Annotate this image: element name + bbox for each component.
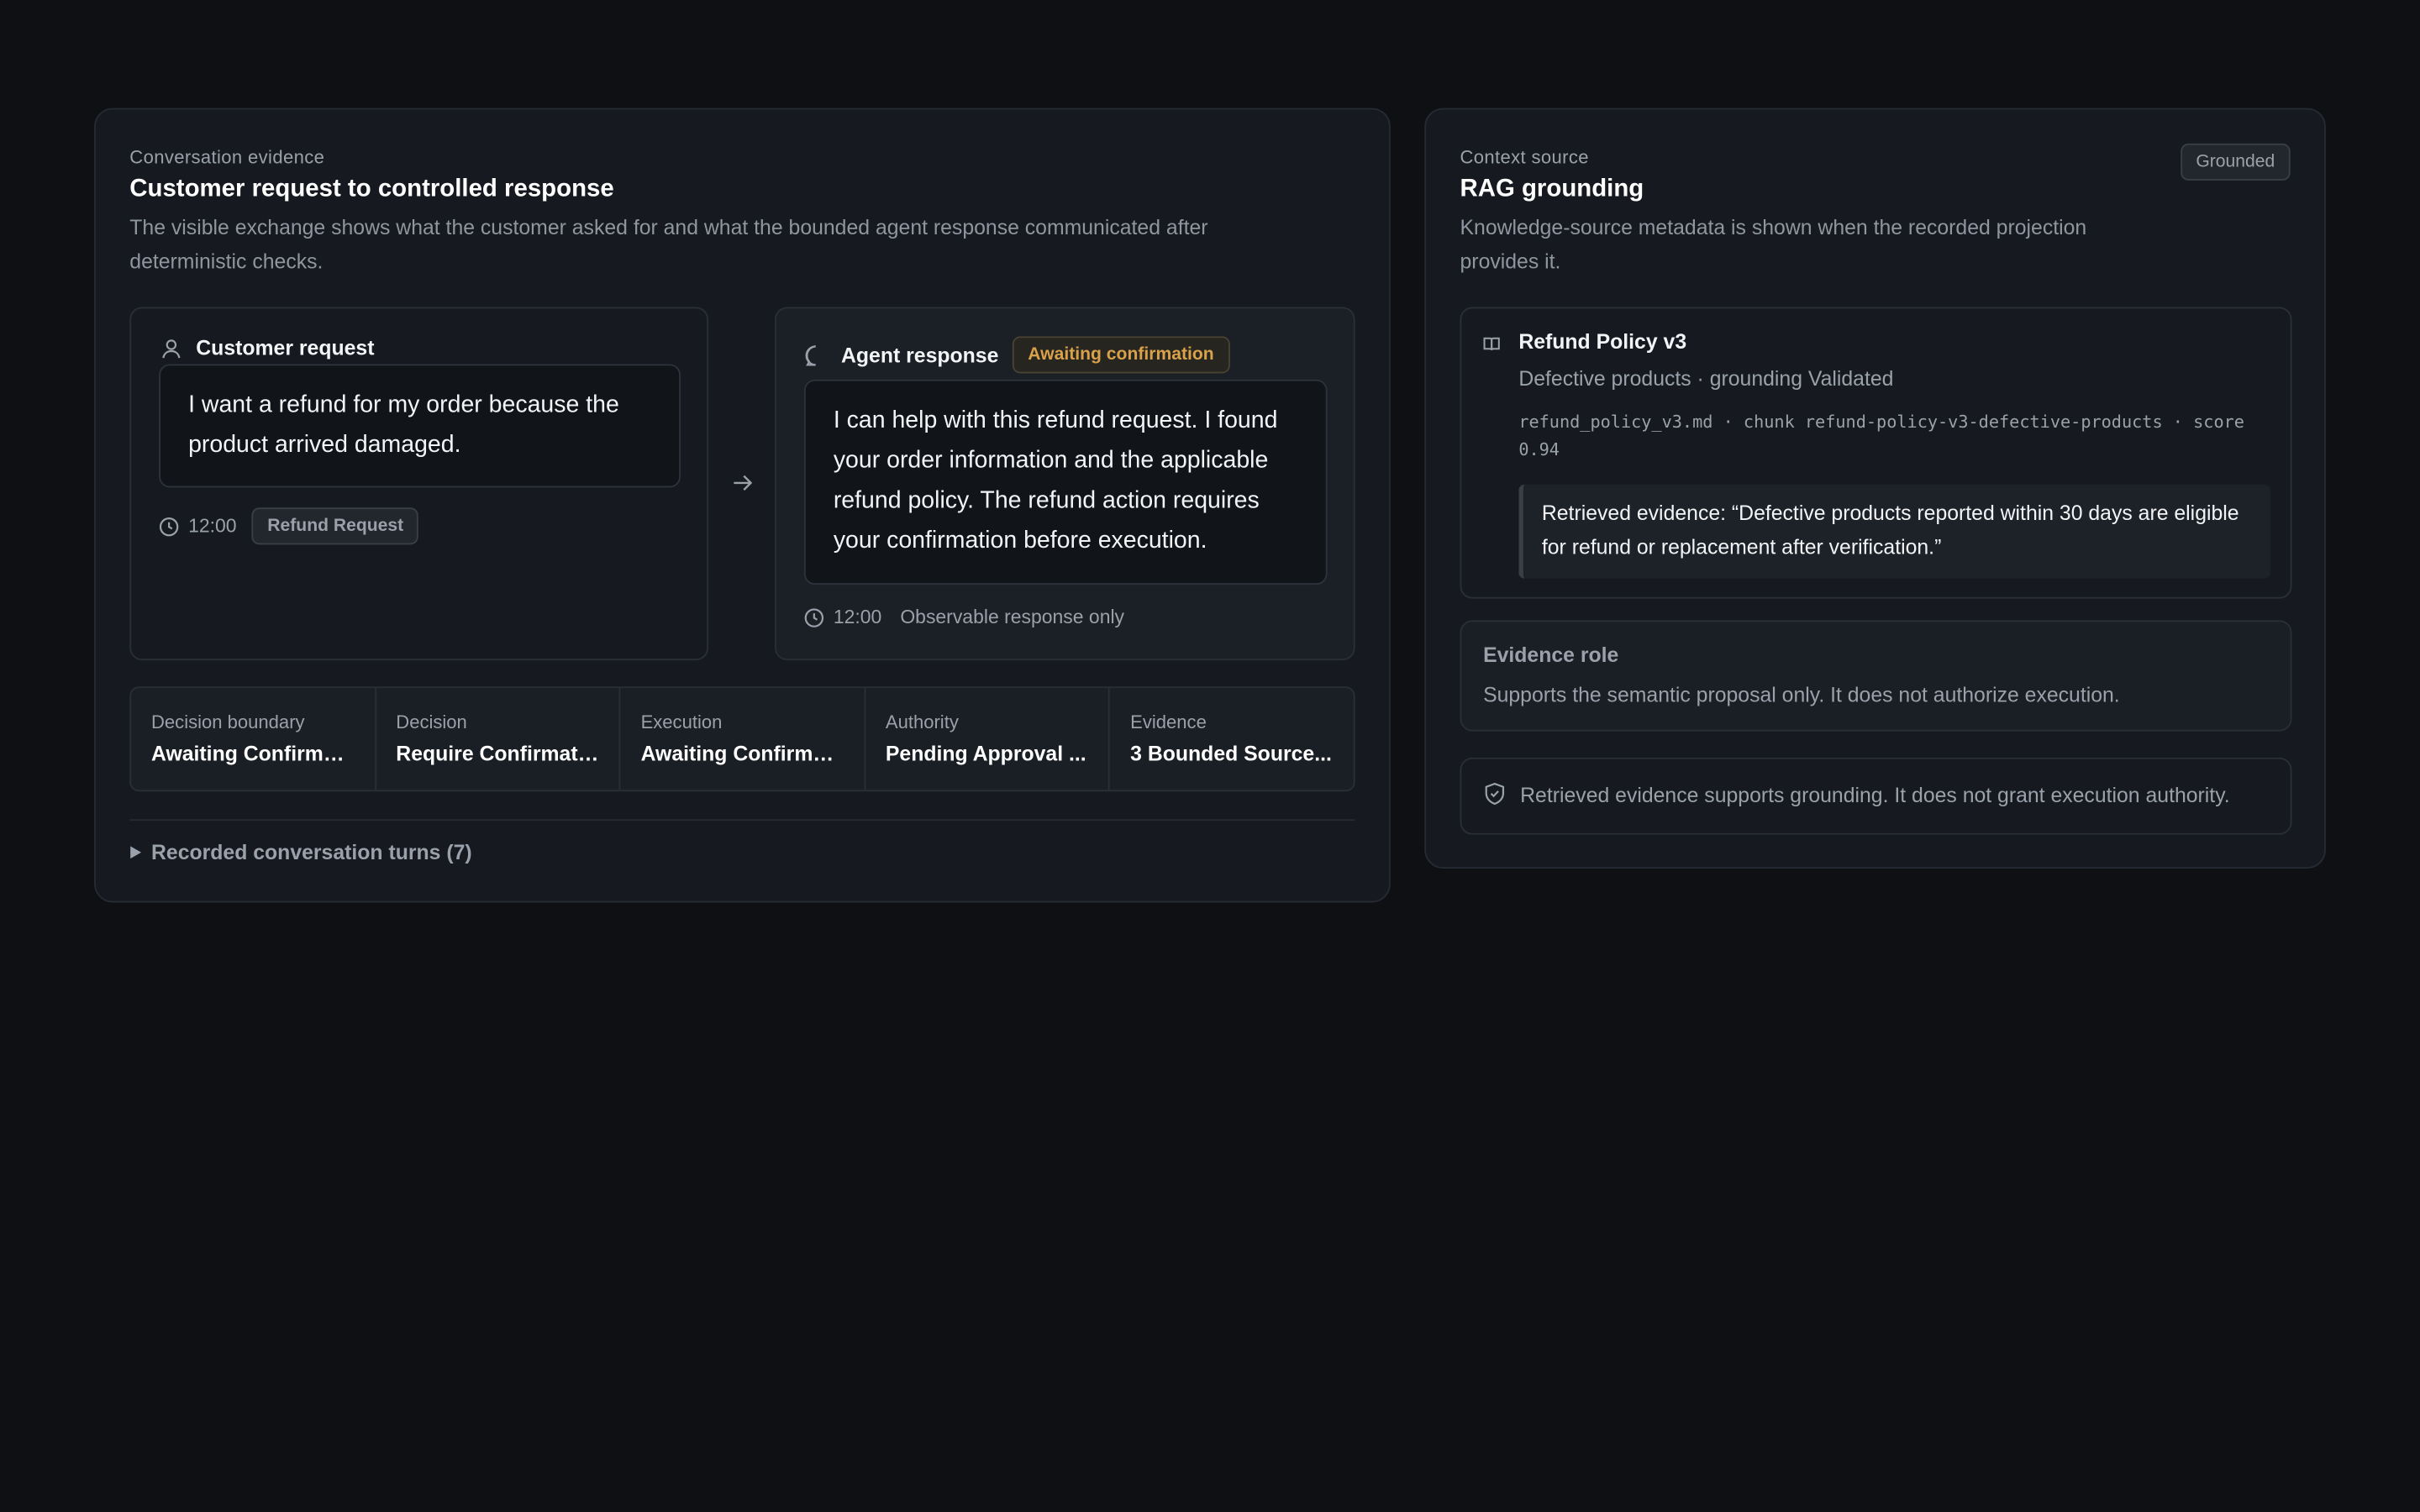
clock-icon bbox=[159, 516, 179, 536]
section-eyebrow: Conversation evidence bbox=[129, 146, 325, 169]
stat-label: Authority bbox=[885, 711, 959, 733]
section-eyebrow: Context source bbox=[1460, 146, 1589, 169]
stat-decision: Decision Require Confirmati... bbox=[376, 688, 621, 790]
source-meta: refund_policy_v3.md · chunk refund-polic… bbox=[1518, 412, 2244, 460]
stat-value: Awaiting Confirmat... bbox=[640, 742, 844, 766]
evidence-role-panel: Evidence role Supports the semantic prop… bbox=[1460, 620, 2292, 732]
stat-value: Awaiting Confirmat... bbox=[150, 742, 355, 766]
grounded-badge: Grounded bbox=[2180, 143, 2291, 181]
agent-response-label: Agent response bbox=[841, 343, 999, 367]
grounding-notice: Retrieved evidence supports grounding. I… bbox=[1460, 757, 2292, 835]
arrow-right-icon bbox=[732, 472, 754, 494]
agent-response-panel: Agent response Awaiting confirmation I c… bbox=[775, 307, 1355, 661]
stat-decision-boundary: Decision boundary Awaiting Confirmat... bbox=[131, 688, 376, 790]
agent-time: 12:00 bbox=[833, 606, 882, 628]
evidence-role-title: Evidence role bbox=[1483, 643, 1619, 667]
stat-value: Require Confirmati... bbox=[396, 742, 599, 766]
retrieved-evidence-quote: Retrieved evidence: “Defective products … bbox=[1518, 484, 2270, 579]
stat-label: Execution bbox=[640, 711, 723, 733]
awaiting-confirmation-badge: Awaiting confirmation bbox=[1012, 336, 1230, 374]
customer-request-label: Customer request bbox=[196, 336, 375, 360]
evidence-role-text: Supports the semantic proposal only. It … bbox=[1483, 683, 2120, 707]
stat-label: Decision boundary bbox=[150, 711, 305, 733]
source-title: Refund Policy v3 bbox=[1518, 330, 1687, 354]
customer-time: 12:00 bbox=[188, 515, 237, 538]
section-description: The visible exchange shows what the cust… bbox=[129, 216, 1208, 274]
clock-icon bbox=[804, 607, 824, 627]
disclosure-triangle-icon bbox=[129, 846, 142, 860]
stat-value: 3 Bounded Source... bbox=[1130, 742, 1332, 766]
context-source-card: Context source RAG grounding Knowledge-s… bbox=[1424, 108, 2326, 869]
stat-value: Pending Approval ... bbox=[885, 742, 1086, 766]
customer-request-panel: Customer request I want a refund for my … bbox=[129, 307, 709, 661]
stat-evidence: Evidence 3 Bounded Source... bbox=[1110, 688, 1353, 790]
user-icon bbox=[160, 337, 182, 359]
stat-label: Decision bbox=[396, 711, 467, 733]
book-icon bbox=[1483, 336, 1500, 351]
knowledge-source-panel: Refund Policy v3 Defective products · gr… bbox=[1460, 307, 2292, 599]
stat-label: Evidence bbox=[1130, 711, 1207, 733]
recorded-turns-toggle[interactable]: Recorded conversation turns (7) bbox=[129, 841, 472, 864]
agent-note: Observable response only bbox=[900, 606, 1125, 628]
source-subtitle: Defective products · grounding Validated bbox=[1518, 367, 1894, 391]
decision-stats: Decision boundary Awaiting Confirmat... … bbox=[129, 686, 1355, 792]
section-description: Knowledge-source metadata is shown when … bbox=[1460, 216, 2087, 274]
stat-execution: Execution Awaiting Confirmat... bbox=[621, 688, 865, 790]
stat-authority: Authority Pending Approval ... bbox=[865, 688, 1111, 790]
shield-check-icon bbox=[1485, 782, 1505, 806]
recorded-turns-label: Recorded conversation turns (7) bbox=[150, 841, 472, 864]
section-title: Customer request to controlled response bbox=[129, 176, 614, 202]
section-title: RAG grounding bbox=[1460, 176, 1644, 202]
grounding-notice-text: Retrieved evidence supports grounding. I… bbox=[1520, 784, 2230, 807]
conversation-evidence-card: Conversation evidence Customer request t… bbox=[94, 108, 1391, 903]
divider bbox=[129, 819, 1355, 822]
page: Conversation evidence Customer request t… bbox=[0, 0, 2420, 1512]
agent-message: I can help with this refund request. I f… bbox=[803, 379, 1328, 585]
chat-bubble-icon bbox=[804, 344, 828, 367]
request-type-badge: Refund Request bbox=[251, 507, 419, 545]
customer-message: I want a refund for my order because the… bbox=[159, 364, 681, 488]
